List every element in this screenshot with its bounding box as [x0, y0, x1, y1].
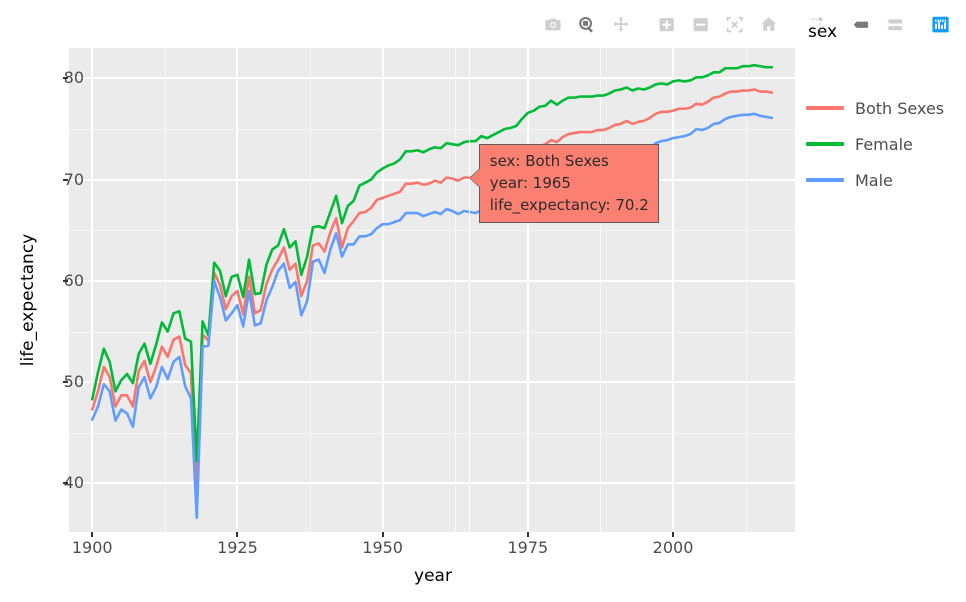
- legend-color-swatch: [806, 142, 844, 146]
- legend-item[interactable]: Male: [806, 162, 966, 198]
- data-lines: [90, 63, 774, 520]
- zoom-icon[interactable]: [570, 10, 604, 40]
- y-axis-tick-mark: [63, 381, 68, 384]
- x-axis-tick-mark: [91, 532, 94, 537]
- plotly-modebar[interactable]: [536, 10, 958, 40]
- y-axis-tick-mark: [63, 279, 68, 282]
- x-axis-tick-label: 1975: [507, 538, 549, 557]
- hover-closest-icon[interactable]: [844, 10, 878, 40]
- toggle-spike-lines-icon[interactable]: [798, 10, 832, 40]
- zoom-out-icon[interactable]: [684, 10, 718, 40]
- plot-panel[interactable]: [69, 48, 795, 532]
- legend-item-label: Both Sexes: [855, 98, 945, 118]
- legend-item-label: Male: [855, 170, 893, 190]
- reset-axes-icon[interactable]: [752, 10, 786, 40]
- legend-color-swatch: [806, 106, 844, 110]
- y-axis-tick-mark: [63, 178, 68, 181]
- legend-item[interactable]: Female: [806, 126, 966, 162]
- legend-color-swatch: [806, 178, 844, 182]
- series-line: [90, 112, 774, 520]
- x-axis-tick-label: 1900: [71, 538, 113, 557]
- x-axis-tick-mark: [381, 532, 384, 537]
- x-axis-tick-label: 1950: [362, 538, 403, 557]
- download-plot-icon[interactable]: [536, 10, 570, 40]
- legend-items: Both Sexes Female Male: [806, 90, 966, 198]
- autoscale-icon[interactable]: [718, 10, 752, 40]
- tooltip-line-sex: sex: Both Sexes: [489, 151, 609, 170]
- x-axis-tick-mark: [236, 532, 239, 537]
- tooltip-line-value: life_expectancy: 70.2: [489, 195, 649, 214]
- x-axis-tick-mark: [672, 532, 675, 537]
- tooltip-line-year: year: 1965: [489, 173, 571, 192]
- legend-item-label: Female: [855, 134, 913, 154]
- x-axis-tick-label: 2000: [652, 538, 694, 557]
- hover-spike-line: [469, 48, 471, 532]
- series-line: [90, 63, 774, 463]
- x-axis-label: year: [414, 566, 452, 586]
- hover-tooltip: sex: Both Sexes year: 1965 life_expectan…: [478, 143, 659, 223]
- y-axis-tick-mark: [63, 482, 68, 485]
- pan-icon[interactable]: [604, 10, 638, 40]
- plotly-logo-icon[interactable]: [924, 10, 958, 40]
- x-axis-tick-mark: [526, 532, 529, 537]
- y-axis-label: life_expectancy: [18, 233, 38, 367]
- y-axis-tick-mark: [63, 77, 68, 80]
- legend: sex Both Sexes Female Male: [806, 24, 966, 198]
- zoom-in-icon[interactable]: [650, 10, 684, 40]
- hover-compare-icon[interactable]: [878, 10, 912, 40]
- x-axis-tick-label: 1925: [217, 538, 258, 557]
- legend-item[interactable]: Both Sexes: [806, 90, 966, 126]
- tooltip-arrow: [469, 168, 480, 187]
